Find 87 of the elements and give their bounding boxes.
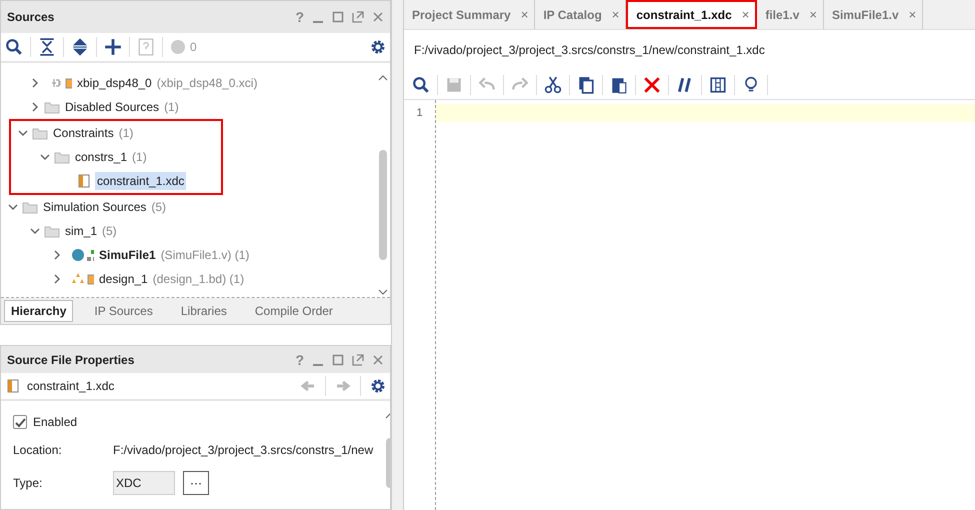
- add-icon[interactable]: [104, 38, 122, 56]
- chevron-icon[interactable]: [52, 274, 62, 284]
- property-label: Type:: [13, 476, 44, 490]
- paste-icon[interactable]: [610, 76, 628, 94]
- copy-icon[interactable]: [577, 76, 595, 94]
- view-tab[interactable]: Hierarchy: [4, 300, 74, 322]
- chevron-icon[interactable]: [8, 202, 18, 212]
- tree-row[interactable]: Disabled Sources (1): [1, 95, 376, 119]
- tree-row[interactable]: SimuFile1 (SimuFile1.v) (1): [1, 243, 376, 267]
- chevron-icon[interactable]: [30, 102, 40, 112]
- tree-item-note: (SimuFile1.v) (1): [160, 248, 250, 262]
- tree-row[interactable]: sim_1 (5): [1, 219, 376, 243]
- tree-item-label: SimuFile1: [98, 247, 157, 264]
- tree-item-label: sim_1: [64, 223, 98, 240]
- tab-close-button[interactable]: ×: [612, 7, 620, 22]
- tree-item-label: Disabled Sources: [64, 99, 160, 116]
- tree-item-note: (1): [118, 126, 134, 140]
- type-field[interactable]: XDC: [113, 471, 175, 495]
- tree-row[interactable]: design_1 (design_1.bd) (1): [1, 267, 376, 291]
- close-icon[interactable]: [372, 11, 384, 23]
- help-button[interactable]: ?: [295, 9, 304, 25]
- constraint-file-icon: [5, 378, 21, 394]
- maximize-icon[interactable]: [332, 11, 344, 23]
- panel-title: Sources: [7, 10, 56, 24]
- cut-icon[interactable]: [544, 76, 562, 94]
- file-path: F:/vivado/project_3/project_3.srcs/constrs_1/new/constraint_1.xdc: [413, 42, 766, 59]
- tree-item-label: constraint_1.xdc: [95, 172, 186, 190]
- expand-all-icon[interactable]: [71, 38, 89, 56]
- comment-icon[interactable]: [676, 76, 694, 94]
- tree-item-note: (1): [164, 100, 179, 114]
- tree-row[interactable]: constrs_1 (1): [11, 145, 221, 169]
- tree-row[interactable]: Simulation Sources (5): [1, 195, 376, 219]
- checkbox[interactable]: [13, 415, 27, 429]
- panel-title: Source File Properties: [7, 352, 136, 367]
- columns-icon[interactable]: [709, 76, 727, 94]
- chevron-icon[interactable]: [30, 226, 40, 236]
- view-tab[interactable]: Libraries: [174, 300, 234, 322]
- float-icon[interactable]: [352, 11, 364, 23]
- settings-icon[interactable]: [370, 39, 386, 55]
- tree-item-note: (xbip_dsp48_0.xci): [156, 76, 258, 90]
- property-value: F:/vivado/project_3/project_3.srcs/constrs_1/new: [113, 443, 374, 457]
- tab-close-button[interactable]: ×: [908, 7, 916, 22]
- collapse-all-icon[interactable]: [38, 38, 56, 56]
- editor-tab[interactable]: constraint_1.xdc ×: [626, 0, 758, 29]
- delete-icon[interactable]: [643, 76, 661, 94]
- chevron-icon[interactable]: [40, 152, 50, 162]
- lightbulb-icon[interactable]: [742, 76, 760, 94]
- tab-close-button[interactable]: ×: [742, 7, 750, 22]
- tree-row[interactable]: Constraints (1): [11, 121, 221, 145]
- tree-item-label: Simulation Sources: [42, 199, 148, 216]
- view-tab[interactable]: Compile Order: [248, 300, 340, 322]
- browse-button[interactable]: ···: [183, 471, 209, 495]
- line-number: 1: [415, 106, 424, 121]
- maximize-icon[interactable]: [332, 354, 344, 366]
- tab-close-button[interactable]: ×: [520, 7, 528, 22]
- help-button[interactable]: ?: [295, 352, 304, 368]
- chevron-icon[interactable]: [30, 78, 40, 88]
- tree-item-label: xbip_dsp48_0: [76, 75, 153, 92]
- property-label: Location:: [13, 443, 63, 457]
- search-icon[interactable]: [412, 76, 430, 94]
- float-icon[interactable]: [352, 354, 364, 366]
- chevron-icon[interactable]: [52, 250, 62, 260]
- checkbox-label: Enabled: [33, 415, 78, 429]
- search-icon[interactable]: [5, 38, 23, 56]
- chevron-icon[interactable]: [18, 128, 28, 138]
- tree-row[interactable]: constraint_1.xdc: [11, 169, 221, 193]
- settings-icon[interactable]: [370, 378, 386, 394]
- status-count: 0: [190, 40, 197, 54]
- close-icon[interactable]: [372, 354, 384, 366]
- editor-tab[interactable]: SimuFile1.v ×: [824, 0, 924, 29]
- scroll-up-icon[interactable]: [378, 75, 388, 81]
- scroll-down-icon[interactable]: [378, 289, 388, 295]
- tree-item-label: Constraints: [52, 125, 115, 142]
- editor-tab[interactable]: Project Summary ×: [404, 0, 536, 29]
- editor-tab[interactable]: file1.v ×: [757, 0, 824, 29]
- file-name: constraint_1.xdc: [27, 379, 116, 394]
- tree-item-label: design_1: [98, 271, 149, 288]
- tab-close-button[interactable]: ×: [809, 7, 817, 22]
- tree-item-note: (5): [102, 224, 117, 238]
- tree-item-note: (design_1.bd) (1): [152, 272, 244, 286]
- constraint-file-icon: [76, 173, 92, 189]
- tree-item-note: (5): [151, 200, 166, 214]
- tree-row[interactable]: xbip_dsp48_0 (xbip_dsp48_0.xci): [1, 71, 376, 95]
- tree-item-label: constrs_1: [74, 149, 128, 166]
- tree-item-note: (1): [132, 150, 147, 164]
- status-dot-icon: [170, 39, 186, 55]
- view-tab[interactable]: IP Sources: [87, 300, 160, 322]
